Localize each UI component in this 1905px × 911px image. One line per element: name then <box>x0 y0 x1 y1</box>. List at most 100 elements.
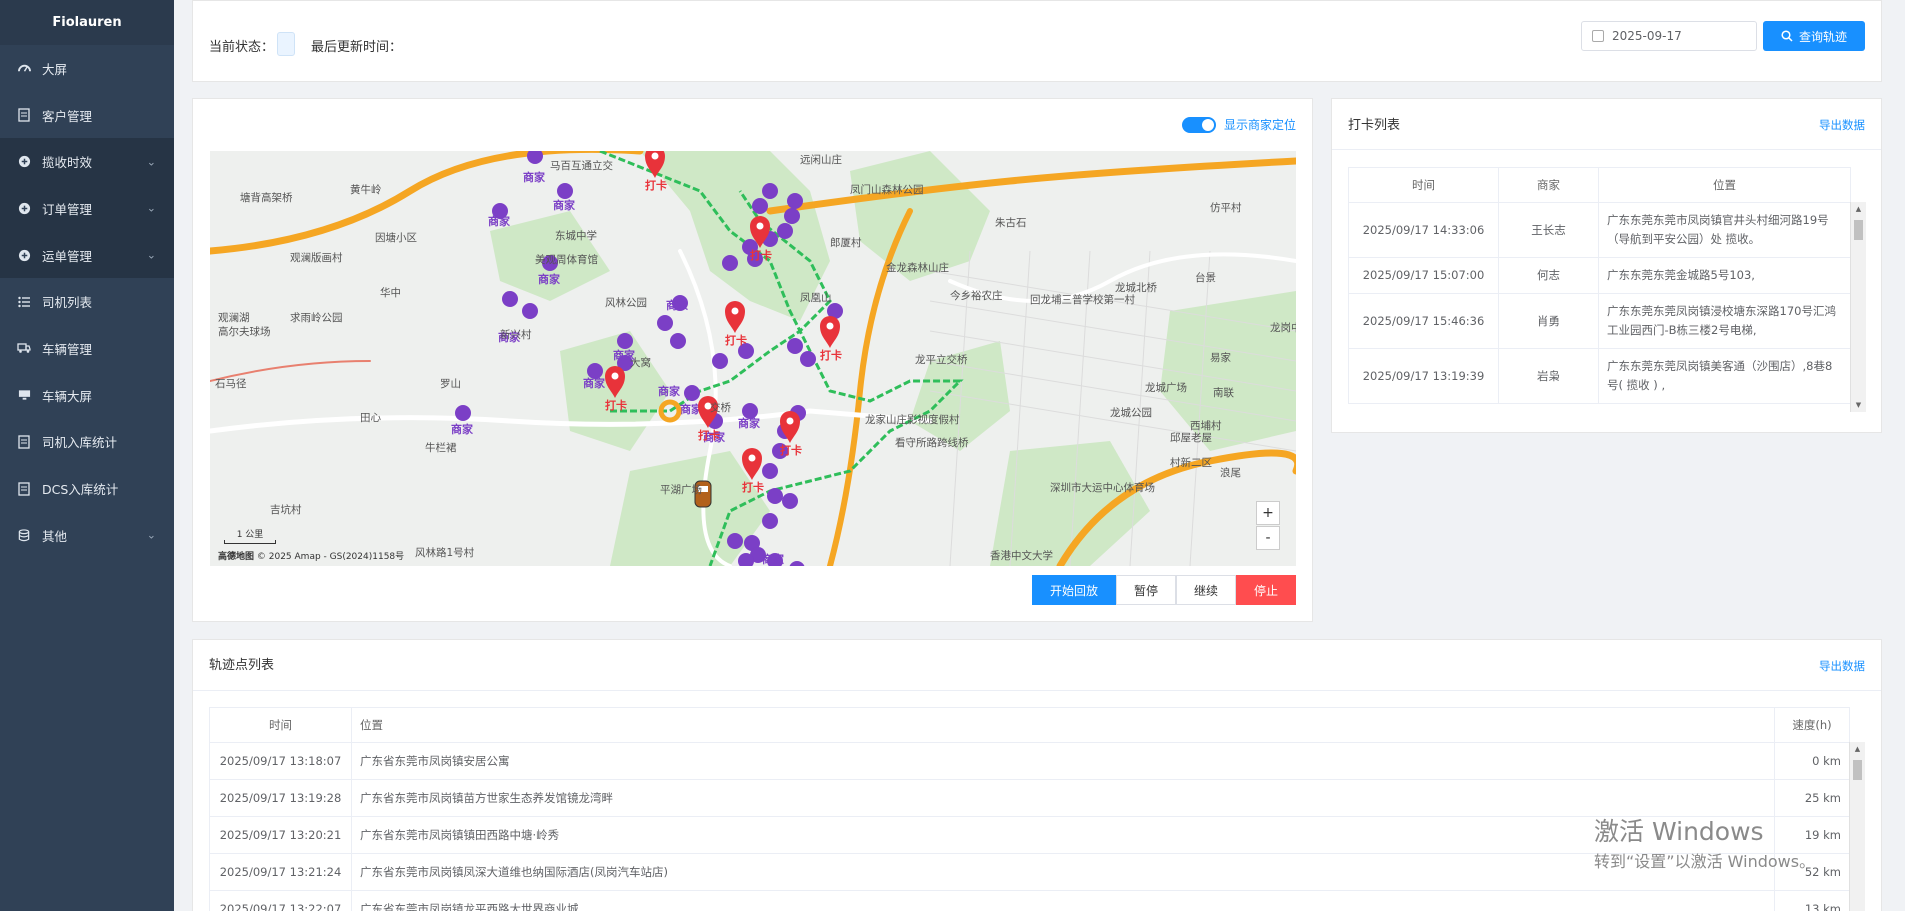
sidebar-item[interactable]: 大屏 <box>0 45 174 92</box>
merchant-marker[interactable] <box>502 291 518 307</box>
sidebar-item[interactable]: DCS入库统计 <box>0 465 174 512</box>
query-track-button[interactable]: 查询轨迹 <box>1763 21 1865 51</box>
merchant-label: 商家 <box>666 298 689 312</box>
merchant-marker[interactable] <box>670 333 686 349</box>
table-row[interactable]: 2025/09/17 13:22:07 广东省东莞市凤岗镇龙平西路大世界商业城 13… <box>209 890 1850 911</box>
checkin-list-title: 打卡列表 <box>1348 118 1401 133</box>
track-export-link[interactable]: 导出数据 <box>1819 658 1865 674</box>
merchant-marker[interactable] <box>455 405 471 421</box>
merchant-marker[interactable] <box>762 183 778 199</box>
column-header: 商家 <box>1498 167 1599 203</box>
merchant-marker[interactable] <box>789 561 805 566</box>
merchant-marker[interactable] <box>777 223 793 239</box>
cell-speed: 13 km <box>1774 890 1850 911</box>
column-header: 位置 <box>351 707 1775 743</box>
toggle-switch[interactable] <box>1181 116 1216 133</box>
map-place-label: 郎厦村 <box>830 236 862 249</box>
stop-button[interactable]: 停止 <box>1235 575 1296 605</box>
merchant-marker[interactable] <box>557 183 573 199</box>
sidebar-item[interactable]: 车辆管理 <box>0 325 174 372</box>
sidebar-item[interactable]: 运单管理 ⌄ <box>0 231 174 279</box>
merchant-marker[interactable] <box>727 533 743 549</box>
map-place-label: 吉坑村 <box>270 503 302 516</box>
merchant-marker[interactable] <box>617 333 633 349</box>
scroll-thumb[interactable] <box>1854 220 1863 240</box>
merchant-label: 商家 <box>538 272 561 286</box>
document-icon <box>16 481 32 497</box>
resume-button[interactable]: 继续 <box>1175 575 1236 605</box>
sidebar-item[interactable]: 订单管理 ⌄ <box>0 185 174 232</box>
pause-button[interactable]: 暂停 <box>1115 575 1176 605</box>
map-place-label: 石马径 <box>215 377 247 390</box>
sidebar-item-label: 大屏 <box>42 61 68 77</box>
merchant-marker[interactable] <box>762 463 778 479</box>
merchant-marker[interactable] <box>684 385 700 401</box>
date-value: 2025-09-17 <box>1612 29 1682 43</box>
checkin-label: 打卡 <box>820 348 842 362</box>
truck-icon <box>16 340 32 356</box>
merchant-marker[interactable] <box>722 255 738 271</box>
merchant-marker[interactable] <box>767 488 783 504</box>
start-playback-button[interactable]: 开始回放 <box>1031 575 1116 605</box>
card-divider <box>1332 149 1881 150</box>
sidebar-item-label: 司机入库统计 <box>42 435 118 451</box>
checkin-scrollbar[interactable]: ▲ ▼ <box>1850 202 1866 412</box>
map-place-label: 马百互通立交 <box>550 159 613 172</box>
table-row[interactable]: 2025/09/17 15:07:00 何志 广东东莞东莞金城路5号103, <box>1348 257 1851 294</box>
sidebar-item[interactable]: 司机列表 <box>0 278 174 325</box>
merchant-marker[interactable] <box>527 151 543 164</box>
checkin-pin-icon[interactable]: 打卡 <box>725 301 747 347</box>
scroll-down-arrow-icon[interactable]: ▼ <box>1851 398 1866 412</box>
map-place-label: 龙平立交桥 <box>915 353 968 366</box>
merchant-marker[interactable] <box>782 493 798 509</box>
plus-circle-icon <box>16 200 32 216</box>
scroll-up-arrow-icon[interactable]: ▲ <box>1850 742 1865 756</box>
map-place-label: 风林公园 <box>605 296 647 309</box>
show-merchant-toggle[interactable]: 显示商家定位 <box>1181 116 1296 133</box>
merchant-marker[interactable] <box>800 351 816 367</box>
sidebar-item-label: 车辆管理 <box>42 341 93 357</box>
map-canvas[interactable]: 商家商家商家商家商家商家商家商家商家商家商家商家商家商家商家 打卡打卡打卡打卡打… <box>210 151 1296 566</box>
cell-time: 2025/09/17 13:18:07 <box>209 742 352 780</box>
zoom-in-button[interactable]: + <box>1256 501 1280 525</box>
table-row[interactable]: 2025/09/17 13:19:39 岩枭 广东东莞东莞凤岗镇美客通（沙围店）,8… <box>1348 348 1851 404</box>
merchant-marker[interactable] <box>784 208 800 224</box>
merchant-marker[interactable] <box>657 315 673 331</box>
track-map[interactable]: 商家商家商家商家商家商家商家商家商家商家商家商家商家商家商家 打卡打卡打卡打卡打… <box>210 151 1296 566</box>
merchant-marker[interactable] <box>787 338 803 354</box>
merchant-marker[interactable] <box>787 193 803 209</box>
track-scrollbar[interactable]: ▲ <box>1849 742 1865 911</box>
sidebar-item[interactable]: 客户管理 <box>0 92 174 139</box>
scroll-thumb[interactable] <box>1853 760 1862 780</box>
map-place-label: 罗山 <box>440 378 461 390</box>
map-place-label: 因塘小区 <box>375 231 417 244</box>
merchant-marker[interactable] <box>762 513 778 529</box>
checkin-pin-icon[interactable]: 打卡 <box>742 448 764 494</box>
map-place-label: 台景 <box>1195 271 1216 284</box>
map-place-label: 村新二区 <box>1170 456 1212 469</box>
scroll-up-arrow-icon[interactable]: ▲ <box>1851 202 1866 216</box>
merchant-marker[interactable] <box>522 303 538 319</box>
sidebar-item[interactable]: 车辆大屏 <box>0 372 174 419</box>
map-card: 显示商家定位 商家 商家 商家 商家 商家 商家 商家 商家 商家 商家 商家 … <box>192 98 1313 622</box>
date-picker[interactable]: 2025-09-17 <box>1581 21 1757 51</box>
table-row[interactable]: 2025/09/17 15:46:36 肖勇 广东东莞东莞凤岗镇浸校塘东深路170号… <box>1348 293 1851 349</box>
plus-circle-icon <box>16 154 32 170</box>
sidebar-item[interactable]: 其他 ⌄ <box>0 512 174 559</box>
table-row[interactable]: 2025/09/17 13:18:07 广东省东莞市凤岗镇安居公寓 0 km <box>209 742 1850 780</box>
merchant-marker[interactable] <box>752 198 768 214</box>
map-attribution: 高德地图 © 2025 Amap - GS(2024)1158号 <box>218 549 404 562</box>
zoom-out-button[interactable]: - <box>1256 526 1280 550</box>
chevron-down-icon: ⌄ <box>146 528 156 542</box>
checkin-list-card: 打卡列表 导出数据 时间 商家 位置 2025/09/17 14:33:06 王长志广… <box>1331 98 1882 433</box>
sidebar-item[interactable]: 揽收时效 ⌄ <box>0 138 174 186</box>
sidebar-item[interactable]: 司机入库统计 <box>0 419 174 466</box>
map-place-label: 南联 <box>1213 386 1235 399</box>
merchant-marker[interactable] <box>712 353 728 369</box>
track-list-title: 轨迹点列表 <box>209 658 275 673</box>
checkin-export-link[interactable]: 导出数据 <box>1819 117 1865 133</box>
table-row[interactable]: 2025/09/17 14:33:06 王长志 广东东莞东莞市凤岗镇官井头村细河路1… <box>1348 202 1851 258</box>
checkin-label: 打卡 <box>780 443 802 457</box>
checkin-pin-icon[interactable]: 打卡 <box>820 316 842 362</box>
table-row[interactable]: 2025/09/17 13:19:28 广东省东莞市凤岗镇苗方世家生态养发馆镜龙湾… <box>209 779 1850 817</box>
